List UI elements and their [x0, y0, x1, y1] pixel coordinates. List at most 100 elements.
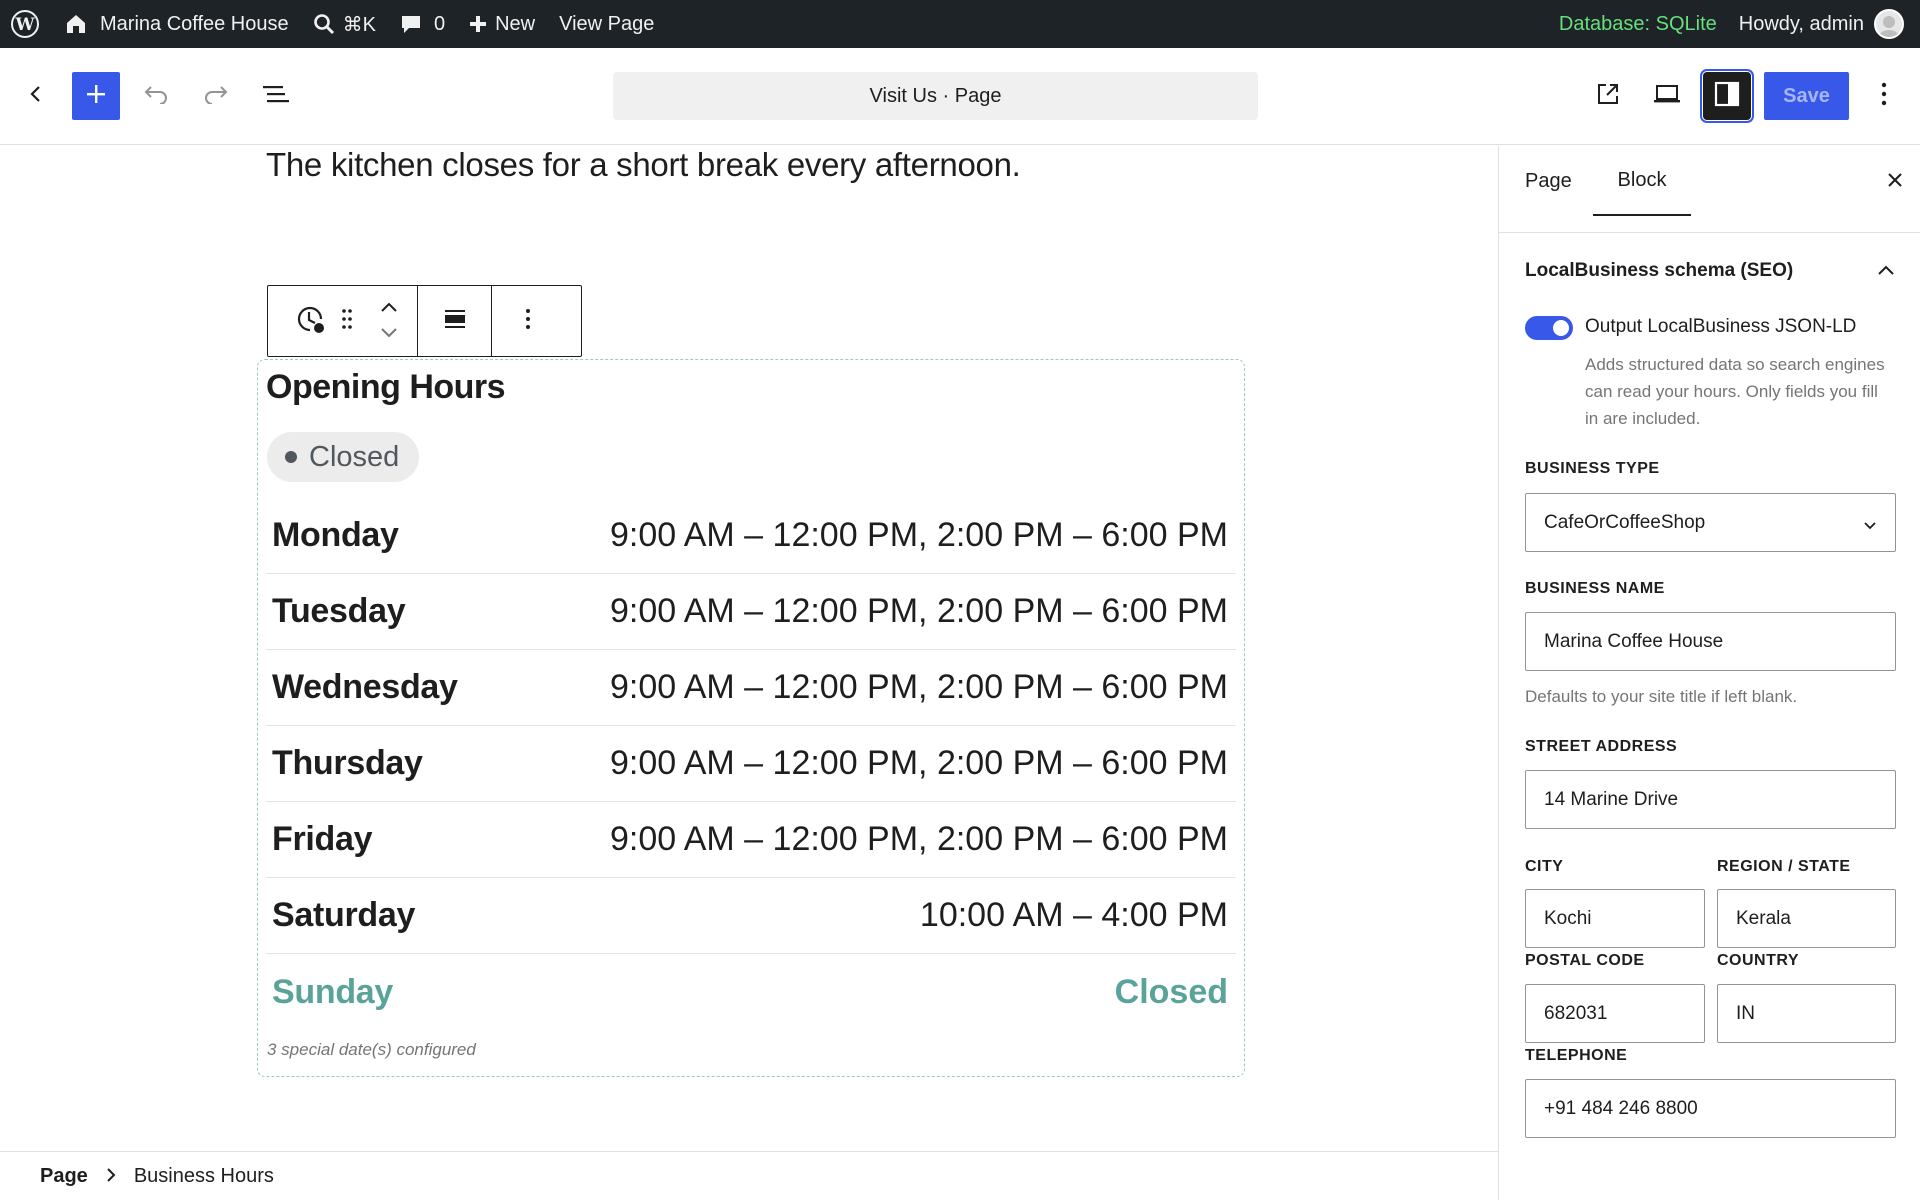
home-icon [64, 12, 88, 36]
business-name-value: Marina Coffee House [1544, 630, 1724, 652]
device-preview-button[interactable] [1643, 72, 1691, 120]
plus-icon [85, 83, 107, 110]
business-name-field[interactable]: Marina Coffee House [1525, 612, 1896, 671]
editor-canvas: The kitchen closes for a short break eve… [0, 146, 1498, 1151]
search-icon [313, 13, 335, 35]
table-row: Wednesday 9:00 AM – 12:00 PM, 2:00 PM – … [266, 650, 1236, 726]
hours-value: 9:00 AM – 12:00 PM, 2:00 PM – 6:00 PM [609, 744, 1228, 782]
hours-title: Opening Hours [266, 368, 506, 406]
hours-value: 10:00 AM – 4:00 PM [919, 896, 1228, 934]
chevron-up-icon [1877, 260, 1895, 282]
new-content-link[interactable]: New [457, 0, 547, 48]
close-sidebar-button[interactable] [1881, 168, 1909, 196]
country-field[interactable]: IN [1717, 984, 1896, 1043]
comment-icon [400, 13, 422, 35]
panel-header-localbusiness[interactable]: LocalBusiness schema (SEO) [1525, 260, 1895, 282]
postal-code-label: Postal code [1525, 952, 1645, 969]
svg-text:W: W [14, 15, 35, 35]
day-label: Sunday [272, 972, 394, 1011]
tab-page-label: Page [1525, 169, 1572, 192]
view-page-label: View Page [559, 12, 655, 35]
postal-code-value: 682031 [1544, 1002, 1608, 1024]
opening-hours-block[interactable]: Opening Hours Closed Monday 9:00 AM – 12… [257, 359, 1245, 1077]
country-value: IN [1736, 1002, 1755, 1024]
region-field[interactable]: Kerala [1717, 889, 1896, 948]
day-label: Monday [272, 516, 399, 554]
tab-block-label: Block [1617, 168, 1667, 191]
settings-sidebar: Page Block LocalBusiness schema (SEO) Ou… [1498, 146, 1920, 1200]
settings-toggle-button[interactable] [1700, 69, 1754, 123]
tab-page[interactable]: Page [1525, 146, 1583, 216]
breadcrumb: Page Business Hours [0, 1151, 1498, 1200]
undo-button[interactable] [132, 72, 180, 120]
align-none-icon [443, 307, 467, 336]
paragraph-block[interactable]: The kitchen closes for a short break eve… [266, 146, 1021, 184]
table-row: Thursday 9:00 AM – 12:00 PM, 2:00 PM – 6… [266, 726, 1236, 802]
align-button[interactable] [432, 286, 478, 356]
document-overview-button[interactable] [252, 72, 300, 120]
block-type-button[interactable] [287, 286, 333, 356]
hours-value: 9:00 AM – 12:00 PM, 2:00 PM – 6:00 PM [609, 668, 1228, 706]
redo-icon [202, 84, 230, 109]
move-up-icon[interactable] [380, 299, 398, 317]
city-field[interactable]: Kochi [1525, 889, 1705, 948]
wordpress-logo-icon[interactable]: W [0, 0, 52, 48]
database-label: Database: SQLite [1558, 12, 1717, 35]
hours-value: 9:00 AM – 12:00 PM, 2:00 PM – 6:00 PM [609, 516, 1228, 554]
tab-block[interactable]: Block [1593, 146, 1691, 216]
hours-value: 9:00 AM – 12:00 PM, 2:00 PM – 6:00 PM [609, 820, 1228, 858]
more-options-group [492, 286, 564, 356]
undo-icon [142, 84, 170, 109]
drag-handle[interactable] [333, 286, 361, 356]
business-type-label: Business type [1525, 460, 1660, 477]
command-search[interactable]: ⌘K [301, 0, 388, 48]
status-badge: Closed [267, 432, 420, 482]
toggle-help-text: Adds structured data so search engines c… [1585, 355, 1885, 428]
view-page-link[interactable]: View Page [547, 0, 666, 48]
drag-handle-icon [341, 308, 353, 335]
jsonld-toggle[interactable] [1525, 316, 1573, 340]
breadcrumb-current: Business Hours [133, 1164, 274, 1187]
close-icon [1887, 172, 1903, 193]
day-label: Saturday [272, 896, 416, 934]
redo-button[interactable] [192, 72, 240, 120]
block-inserter-button[interactable] [72, 72, 120, 120]
save-button[interactable]: Save [1764, 72, 1849, 120]
site-name-link[interactable]: Marina Coffee House [52, 0, 301, 48]
comments-count: 0 [433, 12, 446, 35]
comments-link[interactable]: 0 [388, 0, 457, 48]
options-menu-button[interactable] [1860, 72, 1908, 120]
breadcrumb-root[interactable]: Page [40, 1165, 88, 1188]
country-label: Country [1717, 952, 1800, 969]
back-button[interactable] [12, 72, 60, 120]
panel-title: LocalBusiness schema (SEO) [1525, 260, 1794, 281]
postal-code-field[interactable]: 682031 [1525, 984, 1705, 1043]
document-title: Visit Us · Page [869, 84, 1002, 107]
admin-bar: W Marina Coffee House ⌘K 0 New View Page… [0, 0, 1920, 48]
business-name-label: Business name [1525, 580, 1665, 597]
search-shortcut-label: ⌘K [342, 13, 376, 36]
my-account-link[interactable]: Howdy, admin [1727, 0, 1864, 48]
street-address-label: Street address [1525, 738, 1678, 755]
view-page-button[interactable] [1584, 72, 1632, 120]
business-type-select[interactable]: CafeOrCoffeeShop [1525, 493, 1896, 552]
block-options-button[interactable] [505, 286, 551, 356]
telephone-field[interactable]: +91 484 246 8800 [1525, 1079, 1896, 1138]
business-name-help: Defaults to your site title if left blan… [1525, 687, 1798, 706]
hours-value: Closed [1114, 972, 1228, 1011]
street-address-field[interactable]: 14 Marine Drive [1525, 770, 1896, 829]
toggle-label: Output LocalBusiness JSON-LD [1585, 316, 1857, 337]
move-down-icon[interactable] [380, 325, 398, 343]
table-row: Tuesday 9:00 AM – 12:00 PM, 2:00 PM – 6:… [266, 574, 1236, 650]
hours-value: 9:00 AM – 12:00 PM, 2:00 PM – 6:00 PM [609, 592, 1228, 630]
table-row: Saturday 10:00 AM – 4:00 PM [266, 878, 1236, 954]
document-title-bar[interactable]: Visit Us · Page [613, 72, 1258, 120]
new-label: New [495, 12, 536, 35]
howdy-label: Howdy, admin [1738, 12, 1864, 35]
region-label: Region / State [1717, 858, 1851, 875]
avatar[interactable] [1874, 9, 1904, 39]
table-row: Sunday Closed [266, 954, 1236, 1030]
table-row: Monday 9:00 AM – 12:00 PM, 2:00 PM – 6:0… [266, 498, 1236, 574]
desktop-icon [1653, 83, 1681, 110]
clock-icon [294, 303, 326, 340]
